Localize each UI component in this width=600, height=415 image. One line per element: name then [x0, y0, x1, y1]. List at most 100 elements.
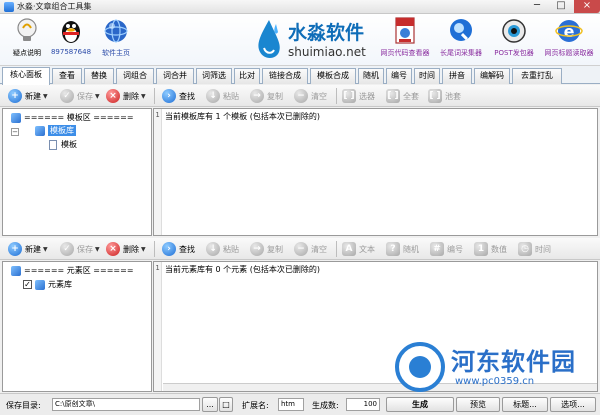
open-dir-button[interactable]: □: [219, 397, 233, 412]
bracket-icon: [ ]: [342, 89, 356, 103]
search-globe-icon: [450, 19, 472, 41]
tab-time[interactable]: 时间: [414, 68, 440, 84]
clock-icon: ◷: [518, 242, 532, 256]
pool-button[interactable]: [ ] 池套: [428, 88, 461, 104]
text-icon: A: [342, 242, 356, 256]
element-tree-header: ====== 元素区 ======: [11, 265, 134, 276]
digits-icon: 1: [474, 242, 488, 256]
element-tree-pane[interactable]: ====== 元素区 ====== ✓ 元素库: [2, 261, 152, 392]
template-tree-pane[interactable]: ====== 模板区 ====== − 模板库 模板: [2, 108, 152, 236]
ie-browser-icon: e: [555, 20, 583, 42]
count-input[interactable]: 100: [346, 398, 380, 411]
clear-button[interactable]: − 清空: [294, 88, 327, 104]
tab-random[interactable]: 随机: [358, 68, 384, 84]
template-editor[interactable]: 1 当前模板库有 1 个模板 (包括本次已删除的): [153, 108, 598, 236]
browse-dir-button[interactable]: ...: [202, 397, 218, 412]
copy-button[interactable]: → 复制: [250, 88, 283, 104]
close-button[interactable]: ×: [574, 0, 600, 13]
save-dir-input[interactable]: C:\原创文章\: [52, 398, 200, 411]
arrow-down-icon: ↓: [206, 242, 220, 256]
plus-icon: +: [8, 89, 22, 103]
qq-penguin-icon: [62, 21, 80, 43]
arrow-right-icon: →: [250, 242, 264, 256]
logo-chinese: 水淼软件: [288, 22, 365, 44]
post-sender-button[interactable]: POST发包器: [487, 16, 541, 58]
paste-button-bottom[interactable]: ↓ 粘贴: [206, 241, 239, 257]
title-bar: 水淼·文章组合工具集 ─ □ ×: [0, 0, 600, 14]
header-banner: 疑点说明 897587648 软件主页 水淼软件 shuimiao.net 网页…: [0, 14, 600, 66]
tab-view[interactable]: 查看: [52, 68, 82, 84]
watermark-logo-icon: [395, 342, 445, 392]
folder-icon: [11, 112, 21, 123]
selector-button[interactable]: [ ] 选器: [342, 88, 375, 104]
plus-icon: +: [8, 242, 22, 256]
generate-button[interactable]: 生成: [386, 397, 454, 412]
logo-domain: shuimiao.net: [288, 45, 366, 59]
help-lightbulb-icon: [17, 18, 37, 41]
title-settings-button[interactable]: 标题...: [502, 397, 548, 412]
save-element-button[interactable]: ✓ 保存 ▼: [60, 241, 100, 257]
tab-core-panel[interactable]: 核心面板: [2, 67, 50, 85]
find-button-bottom[interactable]: › 查找: [162, 241, 195, 257]
status-bar: 保存目录: C:\原创文章\ ... □ 扩展名: htm 生成数: 100 生…: [0, 393, 600, 415]
new-element-button[interactable]: + 新建 ▼: [8, 241, 48, 257]
options-button[interactable]: 选项...: [550, 397, 596, 412]
tab-replace[interactable]: 替换: [84, 68, 114, 84]
window-title: 水淼·文章组合工具集: [17, 2, 92, 11]
tab-compare[interactable]: 比对: [234, 68, 260, 84]
check-icon: ✓: [60, 89, 74, 103]
tab-numbering[interactable]: 编号: [386, 68, 412, 84]
insert-value-button[interactable]: 1 数值: [474, 241, 507, 257]
template-item-node[interactable]: 模板: [49, 139, 77, 150]
bracket-icon: [ ]: [386, 89, 400, 103]
delete-element-button[interactable]: × 删除 ▼: [106, 241, 146, 257]
tree-collapse-toggle[interactable]: −: [11, 128, 19, 136]
template-tree-header: ====== 模板区 ======: [11, 112, 134, 123]
bracket-icon: [ ]: [428, 89, 442, 103]
insert-time-button[interactable]: ◷ 时间: [518, 241, 551, 257]
insert-number-button[interactable]: # 编号: [430, 241, 463, 257]
tab-word-combine[interactable]: 词组合: [116, 68, 154, 84]
insert-text-button[interactable]: A 文本: [342, 241, 375, 257]
app-icon: [4, 2, 14, 12]
minimize-button[interactable]: ─: [524, 0, 550, 13]
preview-button[interactable]: 预览: [456, 397, 500, 412]
arrow-down-icon: ↓: [206, 89, 220, 103]
tab-word-filter[interactable]: 词筛选: [196, 68, 232, 84]
extension-label: 扩展名:: [242, 401, 269, 410]
folder-icon: [11, 265, 21, 276]
element-editor-line: 当前元素库有 0 个元素 (包括本次已删除的): [165, 265, 320, 274]
longtail-collector-button[interactable]: 长尾词采集器: [434, 16, 488, 58]
extension-input[interactable]: htm: [278, 398, 304, 411]
eye-icon: [502, 19, 526, 43]
tab-link-compose[interactable]: 链接合成: [262, 68, 308, 84]
tab-word-merge[interactable]: 词合并: [156, 68, 194, 84]
homepage-button[interactable]: 软件主页: [89, 16, 143, 58]
arrow-right-icon: →: [250, 89, 264, 103]
select-all-button[interactable]: [ ] 全套: [386, 88, 419, 104]
arrow-right-icon: ›: [162, 89, 176, 103]
save-template-button[interactable]: ✓ 保存 ▼: [60, 88, 100, 104]
tab-dedupe-shuffle[interactable]: 去重打乱: [512, 68, 562, 84]
template-library-node[interactable]: 模板库: [35, 125, 76, 136]
title-reader-button[interactable]: e 网页标题读取器: [542, 16, 596, 58]
new-template-button[interactable]: + 新建 ▼: [8, 88, 48, 104]
tab-pinyin[interactable]: 拼音: [442, 68, 472, 84]
element-library-checkbox[interactable]: ✓: [23, 280, 32, 289]
paste-button[interactable]: ↓ 粘贴: [206, 88, 239, 104]
insert-random-button[interactable]: ? 随机: [386, 241, 419, 257]
find-button[interactable]: › 查找: [162, 88, 195, 104]
tab-encode-decode[interactable]: 编解码: [474, 68, 510, 84]
folder-icon: [35, 279, 45, 290]
maximize-button[interactable]: □: [548, 0, 574, 13]
hash-icon: #: [430, 242, 444, 256]
tab-template-compose[interactable]: 模板合成: [310, 68, 356, 84]
minus-icon: −: [294, 89, 308, 103]
copy-button-bottom[interactable]: → 复制: [250, 241, 283, 257]
clear-button-bottom[interactable]: − 清空: [294, 241, 327, 257]
check-icon: ✓: [60, 242, 74, 256]
element-library-node[interactable]: ✓ 元素库: [23, 279, 72, 290]
water-drop-icon: [258, 20, 280, 58]
html-viewer-button[interactable]: 网页代码查看器: [378, 16, 432, 58]
delete-template-button[interactable]: × 删除 ▼: [106, 88, 146, 104]
